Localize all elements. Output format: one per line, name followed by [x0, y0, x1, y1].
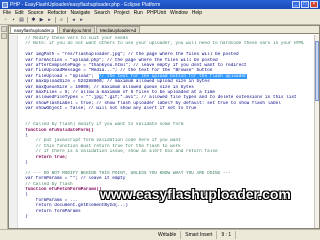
selected-text: // the text for the upload button for th… — [99, 73, 247, 79]
search-icon[interactable]: ⌕ — [58, 17, 65, 24]
menu-item[interactable]: Project — [114, 10, 130, 16]
toolbar: ▫ ▪ ▤ ✱ ▶ ▸ ⌕ ◂ ▸ — [0, 16, 320, 25]
toolbar-separator — [55, 17, 56, 23]
save-icon[interactable]: ▪ — [10, 17, 17, 24]
debug-icon[interactable]: ✱ — [30, 17, 37, 24]
status-insert: Smart Insert — [181, 231, 218, 239]
php-app-icon — [2, 1, 8, 8]
maximize-button[interactable]: □ — [301, 1, 309, 8]
close-button[interactable]: × — [310, 1, 318, 8]
title-bar: PHP - EasyFlashUploader/easyflashuploade… — [0, 0, 320, 9]
editor-tab[interactable]: thankyou.html — [59, 26, 96, 33]
new-icon[interactable]: ▫ — [2, 17, 9, 24]
menu-item[interactable]: File — [3, 10, 11, 16]
restore-view-icon[interactable] — [1, 26, 7, 32]
status-mode: Writable — [154, 231, 182, 239]
explorer-view-icon[interactable] — [1, 33, 7, 39]
menu-item[interactable]: Source — [28, 10, 44, 16]
window-title: PHP - EasyFlashUploader/easyflashuploade… — [10, 1, 161, 8]
forward-icon[interactable]: ▸ — [78, 17, 85, 24]
side-panel-strip — [0, 25, 8, 229]
menu-item[interactable]: Edit — [15, 10, 24, 16]
menu-item[interactable]: PHPUnit — [147, 10, 166, 16]
menu-bar: File Edit Source Refactor Navigate Search Proj… — [0, 9, 320, 16]
scrollbar-thumb[interactable] — [315, 41, 319, 101]
run-icon[interactable]: ▶ — [38, 17, 45, 24]
print-icon[interactable]: ▤ — [18, 17, 25, 24]
editor-tab[interactable]: easyflashuploader.p — [10, 26, 59, 33]
menu-item[interactable]: Help — [192, 10, 202, 16]
toolbar-separator — [67, 17, 68, 23]
external-tools-icon[interactable]: ▸ — [46, 17, 53, 24]
status-position: 9 : 1 — [217, 231, 237, 239]
menu-item[interactable]: Run — [134, 10, 143, 16]
minimize-button[interactable]: _ — [292, 1, 300, 8]
line-gutter — [9, 35, 18, 228]
watermark-text: www.easyflashuploader.com — [100, 186, 291, 202]
code-line: var allowedFileTypes = "*.jpg;*.gif;*.av… — [20, 95, 297, 101]
menu-item[interactable]: Navigate — [70, 10, 90, 16]
menu-item[interactable]: Search — [94, 10, 110, 16]
toolbar-separator — [27, 17, 28, 23]
code-line: // Note: if you do not want others to us… — [20, 41, 305, 47]
back-icon[interactable]: ◂ — [70, 17, 77, 24]
menu-item[interactable]: Refactor — [48, 10, 67, 16]
editor-tab[interactable]: MediaUploaderAd — [96, 26, 141, 33]
editor-tabs: easyflashuploader.p thankyou.html MediaUpl… — [9, 26, 319, 34]
menu-item[interactable]: Window — [170, 10, 188, 16]
window-controls: _ □ × — [292, 1, 318, 8]
status-bar: Writable Smart Insert 9 : 1 — [0, 229, 320, 240]
